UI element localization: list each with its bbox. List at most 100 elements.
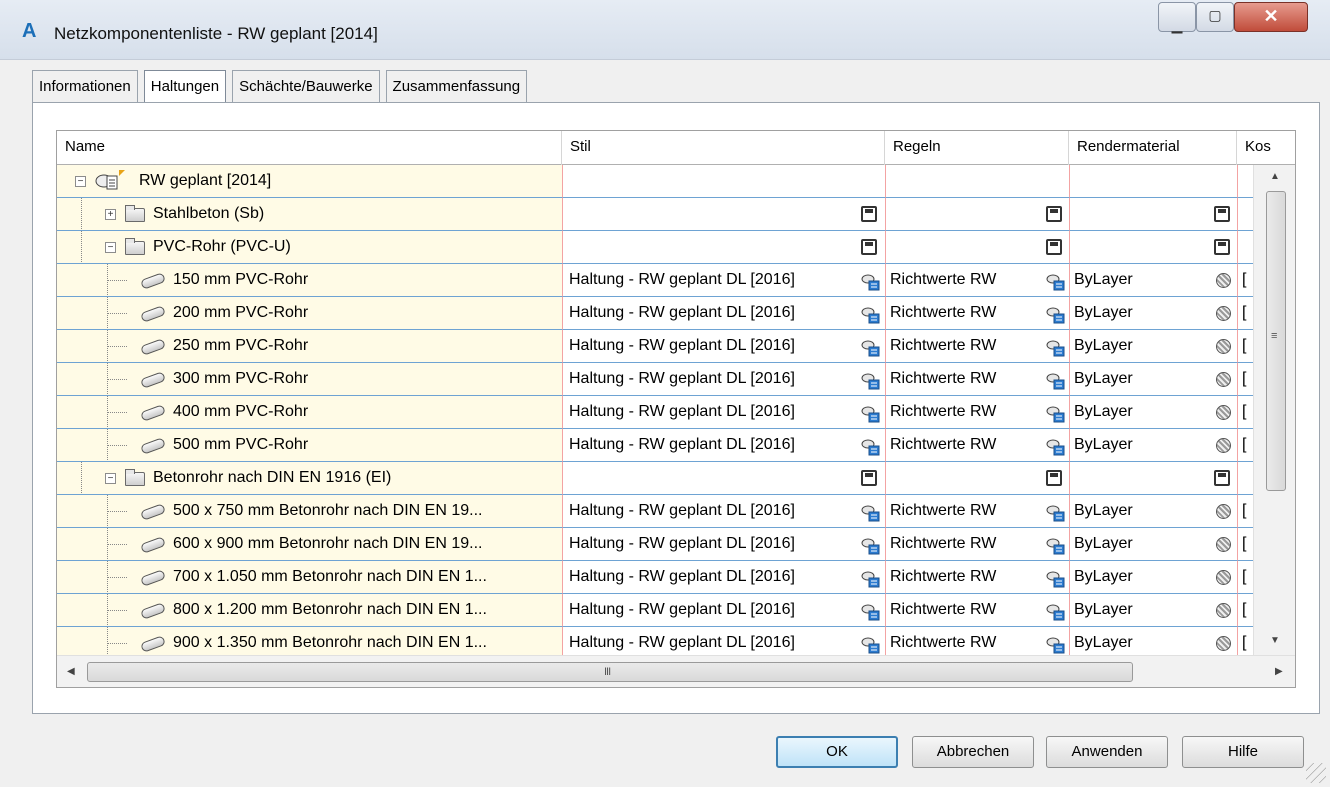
cancel-button[interactable]: Abbrechen — [912, 736, 1034, 768]
apply-to-all-icon[interactable] — [1046, 239, 1062, 255]
minimize-button[interactable]: ▁ — [1158, 2, 1196, 33]
render-material-cell[interactable] — [1069, 462, 1237, 495]
cost-cell[interactable]: [ — [1237, 297, 1253, 330]
folder-row[interactable]: − Betonrohr nach DIN EN 1916 (EI) — [57, 462, 1253, 495]
cost-cell[interactable]: [ — [1237, 495, 1253, 528]
style-cell[interactable]: Haltung - RW geplant DL [2016] — [562, 264, 885, 297]
style-cell[interactable]: Haltung - RW geplant DL [2016] — [562, 363, 885, 396]
column-header-rendermaterial[interactable]: Rendermaterial — [1069, 131, 1237, 165]
render-material-cell[interactable]: ByLayer — [1069, 627, 1237, 655]
render-material-cell[interactable]: ByLayer — [1069, 330, 1237, 363]
rules-cell[interactable]: Richtwerte RW — [885, 561, 1069, 594]
cost-cell[interactable] — [1237, 231, 1253, 264]
rules-cell[interactable]: Richtwerte RW — [885, 594, 1069, 627]
rules-cell[interactable] — [885, 198, 1069, 231]
rules-cell[interactable]: Richtwerte RW — [885, 528, 1069, 561]
rules-cell[interactable]: Richtwerte RW — [885, 627, 1069, 655]
maximize-button[interactable]: ▢ — [1196, 2, 1234, 32]
rules-cell[interactable]: Richtwerte RW — [885, 297, 1069, 330]
horizontal-scrollbar[interactable]: ◀ III ▶ — [57, 655, 1295, 687]
pipe-row[interactable]: 400 mm PVC-Rohr Haltung - RW geplant DL [… — [57, 396, 1253, 429]
pipe-row[interactable]: 800 x 1.200 mm Betonrohr nach DIN EN 1..… — [57, 594, 1253, 627]
apply-to-all-icon[interactable] — [861, 206, 877, 222]
cost-cell[interactable]: [ — [1237, 363, 1253, 396]
cost-cell[interactable]: [ — [1237, 330, 1253, 363]
style-cell[interactable]: Haltung - RW geplant DL [2016] — [562, 495, 885, 528]
apply-to-all-icon[interactable] — [1214, 206, 1230, 222]
style-cell[interactable]: Haltung - RW geplant DL [2016] — [562, 297, 885, 330]
render-material-cell[interactable]: ByLayer — [1069, 363, 1237, 396]
apply-to-all-icon[interactable] — [861, 239, 877, 255]
apply-to-all-icon[interactable] — [1046, 206, 1062, 222]
render-material-cell[interactable] — [1069, 231, 1237, 264]
column-header-kos[interactable]: Kos — [1237, 131, 1295, 165]
rules-cell[interactable]: Richtwerte RW — [885, 363, 1069, 396]
apply-to-all-icon[interactable] — [1214, 470, 1230, 486]
cost-cell[interactable] — [1237, 462, 1253, 495]
render-material-cell[interactable]: ByLayer — [1069, 528, 1237, 561]
scroll-up-arrow[interactable]: ▲ — [1270, 171, 1280, 182]
rules-cell[interactable]: Richtwerte RW — [885, 396, 1069, 429]
expand-icon[interactable]: + — [105, 209, 116, 220]
cost-cell[interactable]: [ — [1237, 429, 1253, 462]
vertical-scroll-thumb[interactable]: ≡ — [1266, 191, 1286, 491]
style-cell[interactable] — [562, 198, 885, 231]
rules-cell[interactable]: Richtwerte RW — [885, 264, 1069, 297]
cost-cell[interactable]: [ — [1237, 561, 1253, 594]
scroll-down-arrow[interactable]: ▼ — [1270, 635, 1280, 646]
apply-button[interactable]: Anwenden — [1046, 736, 1168, 768]
style-cell[interactable]: Haltung - RW geplant DL [2016] — [562, 594, 885, 627]
folder-row[interactable]: + Stahlbeton (Sb) — [57, 198, 1253, 231]
cost-cell[interactable]: [ — [1237, 528, 1253, 561]
style-cell[interactable]: Haltung - RW geplant DL [2016] — [562, 561, 885, 594]
apply-to-all-icon[interactable] — [1046, 470, 1062, 486]
column-header-stil[interactable]: Stil — [562, 131, 885, 165]
style-cell[interactable] — [562, 231, 885, 264]
rules-cell[interactable]: Richtwerte RW — [885, 330, 1069, 363]
pipe-row[interactable]: 300 mm PVC-Rohr Haltung - RW geplant DL [… — [57, 363, 1253, 396]
pipe-row[interactable]: 600 x 900 mm Betonrohr nach DIN EN 19...… — [57, 528, 1253, 561]
tab-schaechte-bauwerke[interactable]: Schächte/Bauwerke — [232, 70, 380, 103]
rules-cell[interactable] — [885, 231, 1069, 264]
collapse-icon[interactable]: − — [75, 176, 86, 187]
pipe-row[interactable]: 200 mm PVC-Rohr Haltung - RW geplant DL [… — [57, 297, 1253, 330]
style-cell[interactable]: Haltung - RW geplant DL [2016] — [562, 627, 885, 655]
style-cell[interactable]: Haltung - RW geplant DL [2016] — [562, 429, 885, 462]
pipe-row[interactable]: 500 mm PVC-Rohr Haltung - RW geplant DL [… — [57, 429, 1253, 462]
apply-to-all-icon[interactable] — [861, 470, 877, 486]
network-row[interactable]: − RW geplant [2014] — [57, 165, 1253, 198]
render-material-cell[interactable]: ByLayer — [1069, 429, 1237, 462]
close-button[interactable]: ✕ — [1234, 2, 1308, 32]
cost-cell[interactable]: [ — [1237, 396, 1253, 429]
tab-haltungen[interactable]: Haltungen — [143, 70, 227, 104]
resize-grip-icon[interactable] — [1306, 763, 1326, 783]
folder-row[interactable]: − PVC-Rohr (PVC-U) — [57, 231, 1253, 264]
tab-informationen[interactable]: Informationen — [32, 70, 138, 103]
rules-cell[interactable] — [885, 165, 1069, 198]
render-material-cell[interactable]: ByLayer — [1069, 594, 1237, 627]
cost-cell[interactable]: [ — [1237, 264, 1253, 297]
scroll-right-arrow[interactable]: ▶ — [1275, 666, 1283, 677]
render-material-cell[interactable]: ByLayer — [1069, 396, 1237, 429]
cost-cell[interactable] — [1237, 165, 1253, 198]
help-button[interactable]: Hilfe — [1182, 736, 1304, 768]
pipe-row[interactable]: 700 x 1.050 mm Betonrohr nach DIN EN 1..… — [57, 561, 1253, 594]
rules-cell[interactable]: Richtwerte RW — [885, 495, 1069, 528]
scroll-left-arrow[interactable]: ◀ — [67, 666, 75, 677]
ok-button[interactable]: OK — [776, 736, 898, 768]
apply-to-all-icon[interactable] — [1214, 239, 1230, 255]
cost-cell[interactable] — [1237, 198, 1253, 231]
collapse-icon[interactable]: − — [105, 473, 116, 484]
style-cell[interactable]: Haltung - RW geplant DL [2016] — [562, 330, 885, 363]
render-material-cell[interactable]: ByLayer — [1069, 264, 1237, 297]
rules-cell[interactable] — [885, 462, 1069, 495]
pipe-row[interactable]: 500 x 750 mm Betonrohr nach DIN EN 19...… — [57, 495, 1253, 528]
cost-cell[interactable]: [ — [1237, 594, 1253, 627]
render-material-cell[interactable]: ByLayer — [1069, 297, 1237, 330]
column-header-regeln[interactable]: Regeln — [885, 131, 1069, 165]
collapse-icon[interactable]: − — [105, 242, 116, 253]
render-material-cell[interactable]: ByLayer — [1069, 495, 1237, 528]
style-cell[interactable]: Haltung - RW geplant DL [2016] — [562, 528, 885, 561]
pipe-row[interactable]: 150 mm PVC-Rohr Haltung - RW geplant DL [… — [57, 264, 1253, 297]
render-material-cell[interactable] — [1069, 165, 1237, 198]
